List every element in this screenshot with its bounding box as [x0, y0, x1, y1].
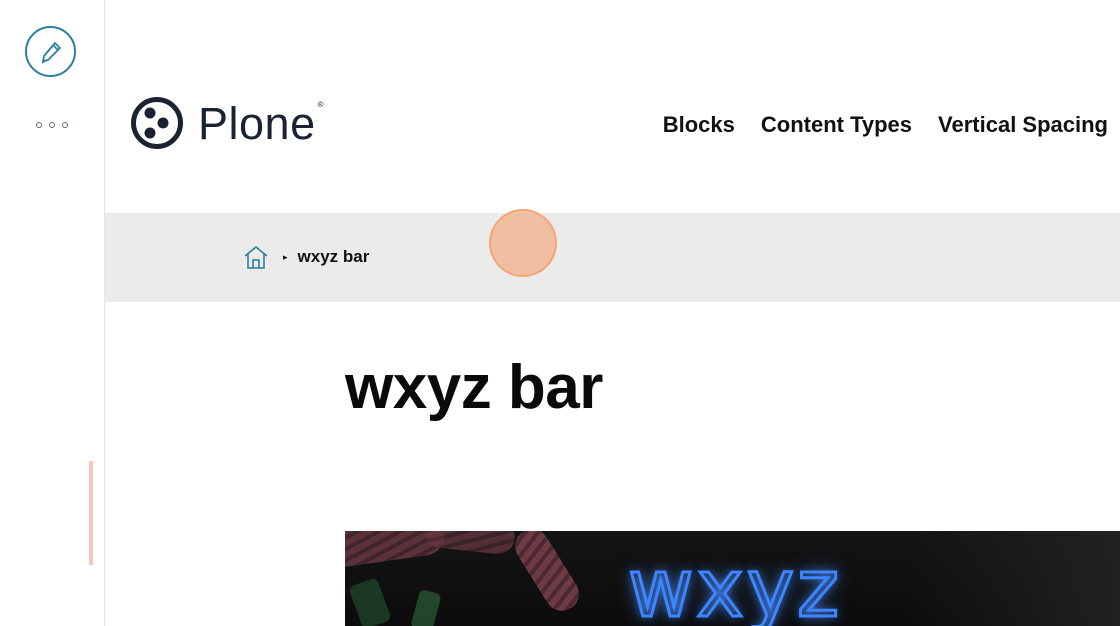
edit-button[interactable] — [25, 26, 76, 77]
plone-logo-icon — [131, 97, 183, 149]
home-icon — [244, 246, 268, 269]
more-dots-icon — [36, 122, 42, 128]
breadcrumb: ▸ wxyz bar — [243, 243, 369, 271]
pencil-icon — [41, 41, 61, 64]
click-indicator — [489, 209, 557, 277]
edit-toolbar — [0, 0, 105, 626]
hero-image: wxyz — [345, 531, 1120, 626]
site-logo[interactable]: Plone ® — [130, 96, 324, 150]
nav-item-blocks[interactable]: Blocks — [663, 112, 735, 138]
more-options-button[interactable] — [36, 118, 68, 132]
breadcrumb-home[interactable] — [243, 244, 269, 270]
neon-sign: wxyz — [626, 542, 843, 626]
logo-text: Plone ® — [198, 97, 324, 149]
nav-item-content-types[interactable]: Content Types — [761, 112, 912, 138]
nav-item-vertical-spacing[interactable]: Vertical Spacing — [938, 112, 1108, 138]
toolbar-scroll-indicator — [89, 461, 93, 565]
breadcrumb-separator: ▸ — [283, 251, 288, 262]
main-navigation: Blocks Content Types Vertical Spacing — [663, 112, 1108, 138]
page-title: wxyz bar — [345, 353, 603, 422]
breadcrumb-current: wxyz bar — [297, 247, 370, 266]
